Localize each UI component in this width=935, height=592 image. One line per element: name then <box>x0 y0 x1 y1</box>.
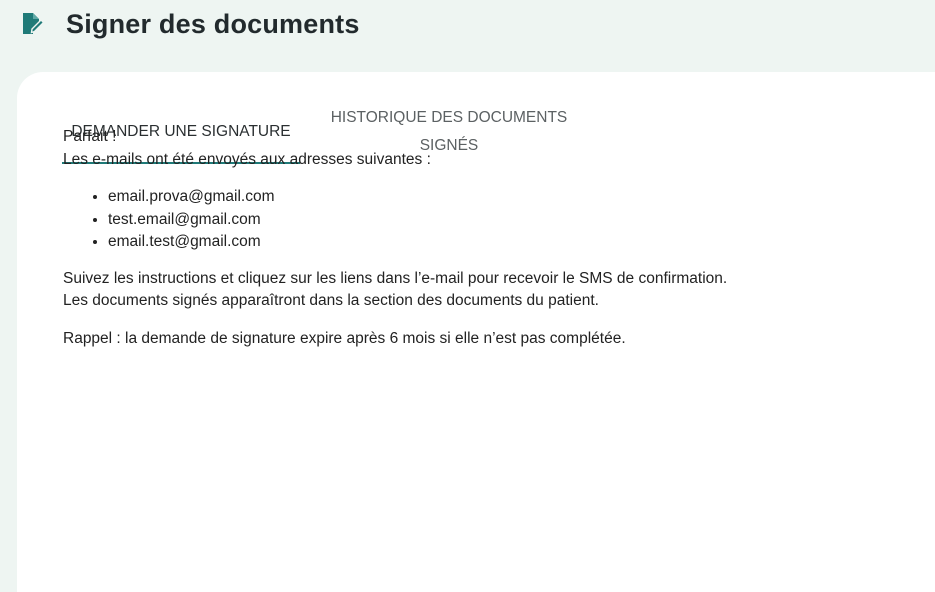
email-list-item: email.test@gmail.com <box>108 231 903 254</box>
reminder-text: Rappel : la demande de signature expire … <box>63 329 626 347</box>
document-sign-icon <box>20 12 45 36</box>
email-list-item: email.prova@gmail.com <box>108 186 903 209</box>
email-list-item: test.email@gmail.com <box>108 209 903 232</box>
confirmation-message: Parfait ! Les e-mails ont été envoyés au… <box>63 126 903 350</box>
page-title: Signer des documents <box>66 9 360 39</box>
intro-text: Les e-mails ont été envoyés aux adresses… <box>63 150 431 168</box>
page-header: Signer des documents <box>0 0 935 72</box>
email-list: email.prova@gmail.com test.email@gmail.c… <box>63 186 903 254</box>
instructions-text-1: Suivez les instructions et cliquez sur l… <box>63 269 728 287</box>
greeting-text: Parfait ! <box>63 128 117 145</box>
instructions-text-2: Les documents signés apparaîtront dans l… <box>63 292 599 309</box>
